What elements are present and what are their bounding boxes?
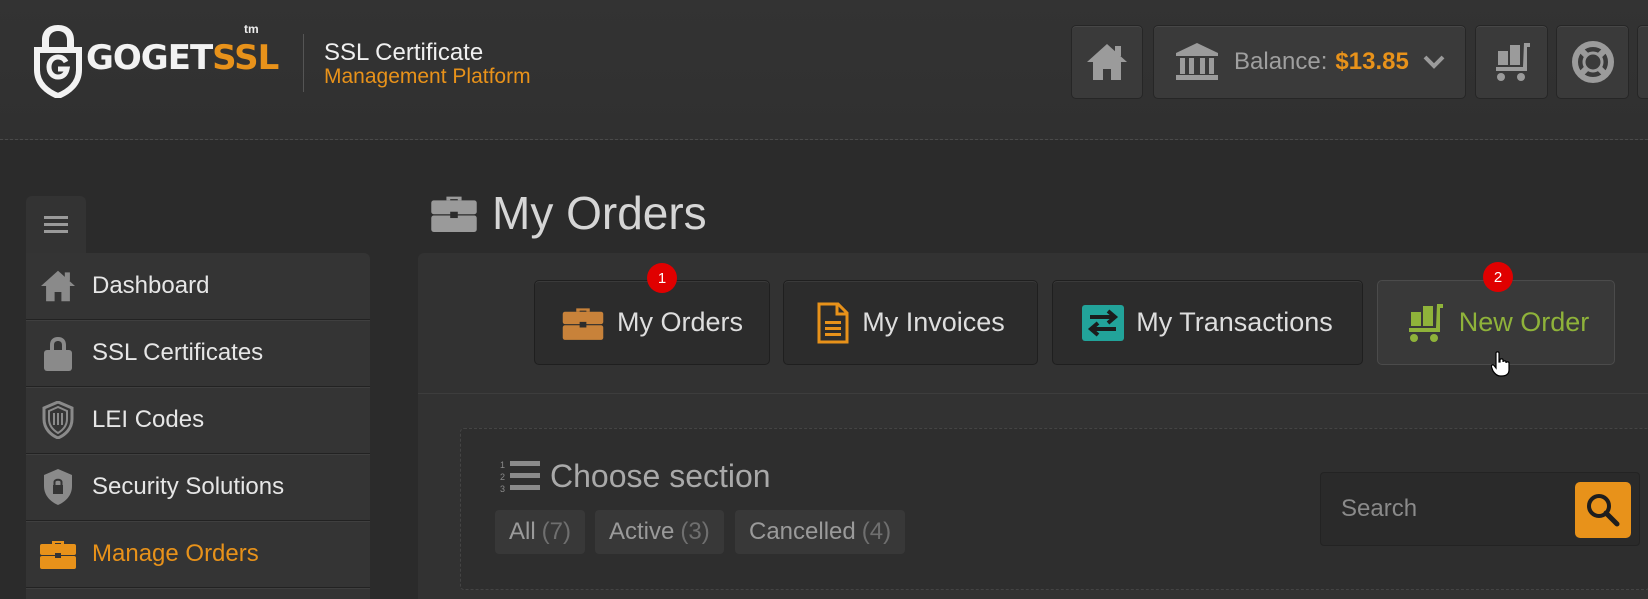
svg-text:1: 1 — [500, 460, 505, 470]
notification-badge: 1 — [647, 263, 677, 293]
svg-text:3: 3 — [500, 484, 505, 494]
sidebar-item-label: Dashboard — [92, 272, 210, 299]
page-title: My Orders — [430, 186, 707, 240]
sidebar-item-label: LEI Codes — [92, 406, 205, 433]
filter-label: Active — [609, 518, 675, 545]
lei-shield-icon — [42, 401, 74, 439]
platform-line2: Management Platform — [324, 65, 531, 89]
tab-label: My Orders — [616, 307, 743, 337]
logo-wordmark: GOGETSSL — [86, 38, 279, 78]
filter-label: All — [509, 518, 536, 545]
panel-divider — [418, 393, 1648, 394]
search-button[interactable] — [1575, 482, 1631, 538]
logo-text-accent: SSL — [212, 38, 279, 78]
transfer-icon — [1082, 304, 1125, 341]
sidebar-item-manage-orders[interactable]: Manage Orders — [26, 521, 370, 588]
filter-cancelled[interactable]: Cancelled (4) — [735, 510, 906, 554]
top-header: GOGETSSL tm SSL Certificate Management P… — [0, 0, 1648, 140]
lifebuoy-icon — [1571, 41, 1614, 83]
tab-label: My Transactions — [1136, 307, 1333, 337]
support-button[interactable] — [1556, 25, 1629, 99]
shield-lock-icon — [44, 469, 72, 505]
home-button[interactable] — [1071, 25, 1143, 99]
search-icon — [1587, 494, 1620, 527]
search-input[interactable] — [1341, 473, 1561, 545]
lock-icon — [44, 337, 72, 371]
menu-toggle-button[interactable] — [26, 196, 86, 254]
balance-label: Balance: — [1234, 48, 1328, 75]
platform-line1: SSL Certificate — [324, 39, 484, 66]
sidebar-item-label: Security Solutions — [92, 473, 285, 500]
notification-badge: 2 — [1483, 262, 1513, 292]
sidebar-item-label: SSL Certificates — [92, 339, 264, 366]
cart-button[interactable] — [1475, 25, 1548, 99]
choose-section-heading: 1 2 3 Choose section — [500, 458, 771, 495]
bank-icon — [1176, 43, 1218, 80]
sidebar-item-security-solutions[interactable]: Security Solutions — [26, 454, 370, 521]
sidebar: Dashboard SSL Certificates LEI Codes Sec… — [26, 253, 370, 599]
logo-shield-icon — [34, 25, 82, 98]
choose-section-text: Choose section — [550, 458, 771, 494]
sidebar-item-dashboard[interactable]: Dashboard — [26, 253, 370, 320]
tab-label: New Order — [1458, 307, 1590, 337]
logo-trademark: tm — [244, 22, 259, 36]
balance-dropdown[interactable]: Balance: $13.85 — [1153, 25, 1466, 99]
filter-active[interactable]: Active (3) — [595, 510, 724, 554]
home-icon — [41, 270, 75, 302]
tab-label: My Invoices — [862, 307, 1005, 337]
hamburger-icon — [44, 216, 68, 233]
filter-label: Cancelled — [749, 518, 856, 545]
svg-text:2: 2 — [500, 472, 505, 482]
filter-all[interactable]: All (7) — [495, 510, 586, 554]
chevron-down-icon — [1423, 55, 1445, 69]
document-icon — [817, 302, 849, 343]
sidebar-item-ssl-certificates[interactable]: SSL Certificates — [26, 320, 370, 387]
logo-text-main: GOGET — [86, 38, 213, 78]
hand-cursor-icon — [1491, 351, 1510, 377]
tab-my-invoices[interactable]: My Invoices — [783, 280, 1038, 365]
header-divider — [303, 34, 304, 92]
briefcase-icon — [431, 196, 477, 232]
briefcase-icon — [562, 307, 604, 340]
home-icon — [1087, 44, 1127, 80]
header-overflow-button[interactable] — [1637, 25, 1648, 99]
tab-my-transactions[interactable]: My Transactions — [1052, 280, 1363, 365]
page-title-text: My Orders — [492, 187, 707, 239]
filter-count: (3) — [680, 518, 710, 545]
balance-value: $13.85 — [1335, 48, 1409, 75]
numbered-list-icon: 1 2 3 — [500, 460, 540, 494]
tab-my-orders[interactable]: My Orders — [534, 280, 770, 365]
cart-icon — [1408, 303, 1443, 342]
sidebar-item-label: Manage Orders — [92, 540, 259, 567]
filter-count: (7) — [541, 518, 572, 545]
platform-title: SSL Certificate Management Platform — [324, 40, 531, 88]
sidebar-item-lei-codes[interactable]: LEI Codes — [26, 387, 370, 454]
gogetssl-logo[interactable]: GOGETSSL — [34, 22, 279, 98]
cart-icon — [1495, 43, 1530, 81]
filter-count: (4) — [861, 518, 892, 545]
briefcase-icon — [40, 541, 76, 569]
